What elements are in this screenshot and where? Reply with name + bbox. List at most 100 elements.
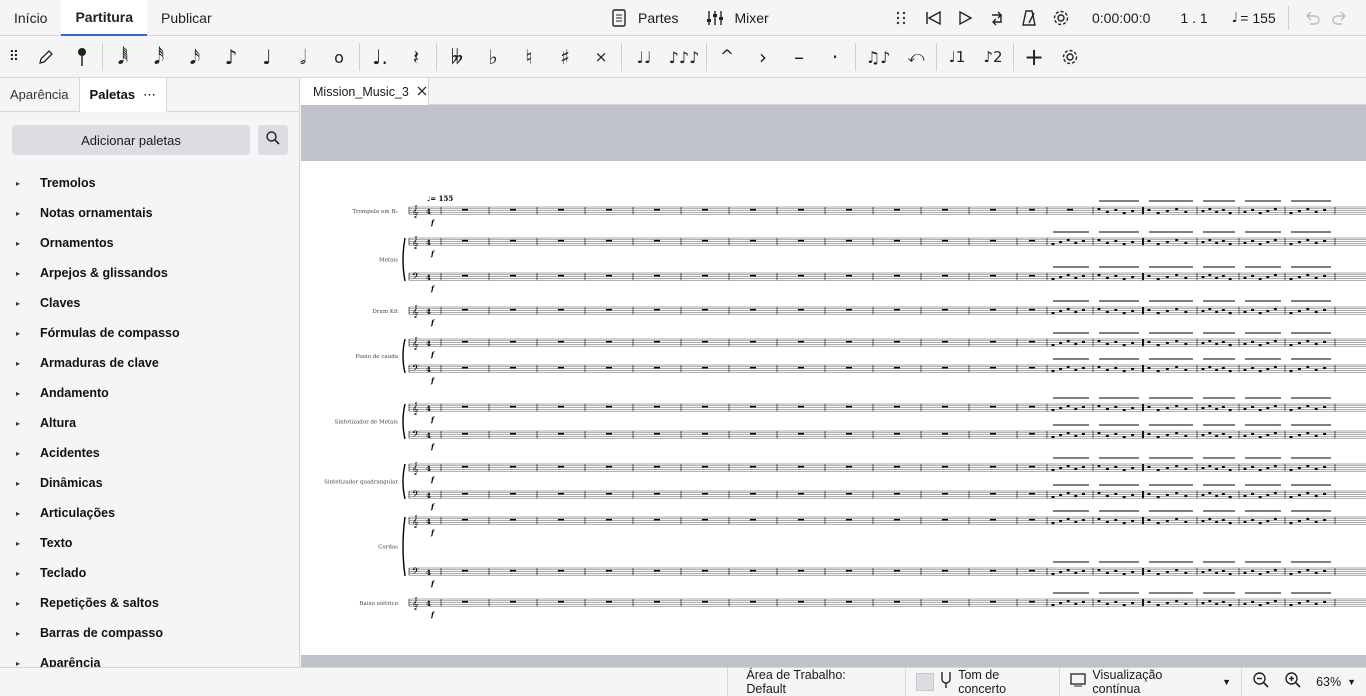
instrument-name: Drum Kit (372, 309, 398, 315)
note-head (1289, 311, 1293, 315)
accent-icon[interactable]: › (745, 37, 781, 77)
search-palettes-button[interactable] (258, 125, 288, 155)
note-head (1147, 492, 1151, 496)
tab-publish[interactable]: Publicar (147, 0, 226, 36)
double-sharp-icon[interactable]: × (583, 37, 619, 77)
palette-item[interactable]: ▸ Claves (0, 288, 299, 318)
view-mode-selector[interactable]: Visualização contínua ▼ (1059, 667, 1241, 696)
zoom-level[interactable]: 63% ▼ (1316, 675, 1356, 689)
rewind-icon[interactable] (922, 7, 944, 29)
tuplet-icon[interactable]: ♫♪ (858, 37, 898, 77)
add-icon[interactable]: + (1016, 37, 1052, 77)
score-svg[interactable]: ♩= 155 Trompete em B♭ 𝄞 4 f Metais 𝄞 4 f 𝄢 4 f Drum … (301, 161, 1366, 655)
palette-item[interactable]: ▸ Barras de compasso (0, 618, 299, 648)
palette-item[interactable]: ▸ Repetições & saltos (0, 588, 299, 618)
sixteenth-note-icon[interactable]: 𝅘𝅥𝅯 (177, 37, 213, 77)
palette-item[interactable]: ▸ Tremolos (0, 168, 299, 198)
whole-rest (750, 465, 756, 468)
input-mode-icon[interactable] (64, 37, 100, 77)
sixty-fourth-note-icon[interactable]: 𝅘𝅥𝅱 (105, 37, 141, 77)
palette-item[interactable]: ▸ Andamento (0, 378, 299, 408)
palette-item[interactable]: ▸ Texto (0, 528, 299, 558)
concert-pitch-toggle[interactable]: Tom de concerto (905, 667, 1059, 696)
toolbar-settings-icon[interactable] (1052, 37, 1088, 77)
redo-icon[interactable] (1329, 7, 1351, 29)
note-head (1074, 467, 1078, 471)
score-page[interactable]: ♩= 155 Trompete em B♭ 𝄞 4 f Metais 𝄞 4 f 𝄢 4 f Drum … (301, 161, 1366, 655)
more-options-icon[interactable]: ⋯ (143, 87, 156, 103)
palette-item[interactable]: ▸ Altura (0, 408, 299, 438)
metronome-icon[interactable] (1018, 7, 1040, 29)
toolbar-drag-handle-icon[interactable]: ⠿ (0, 37, 28, 77)
palette-item[interactable]: ▸ Acidentes (0, 438, 299, 468)
pencil-icon[interactable] (28, 37, 64, 77)
palette-list: ▸ Tremolos ▸ Notas ornamentais ▸ Ornamentos ▸ A… (0, 168, 299, 667)
staccato-icon[interactable]: · (817, 37, 853, 77)
whole-rest (558, 366, 564, 369)
voice-2-icon[interactable]: ♪2 (975, 37, 1011, 77)
zoom-out-icon[interactable] (1252, 671, 1270, 692)
natural-icon[interactable]: ♮ (511, 37, 547, 77)
flip-direction-icon[interactable]: ⤺ (898, 37, 934, 77)
note-head (1243, 571, 1247, 575)
close-icon[interactable] (417, 85, 427, 99)
palette-item[interactable]: ▸ Aparência (0, 648, 299, 667)
thirty-second-note-icon[interactable]: 𝅘𝅥𝅰 (141, 37, 177, 77)
sharp-icon[interactable]: ♯ (547, 37, 583, 77)
tab-appearance[interactable]: Aparência (0, 78, 79, 112)
palette-item[interactable]: ▸ Notas ornamentais (0, 198, 299, 228)
whole-note-icon[interactable]: o (321, 37, 357, 77)
note-head (1228, 521, 1232, 525)
voice-1-icon[interactable]: ♩1 (939, 37, 975, 77)
note-head (1243, 467, 1247, 471)
parts-button[interactable]: Partes (608, 7, 678, 29)
tab-score[interactable]: Partitura (61, 0, 148, 36)
slur-icon[interactable]: ♪♪♪ (664, 37, 704, 77)
dot-icon[interactable]: ♩. (362, 37, 398, 77)
whole-rest (510, 492, 516, 495)
note-head (1066, 491, 1070, 495)
whole-rest (510, 239, 516, 242)
score-tab[interactable]: Mission_Music_3 (301, 78, 429, 105)
drag-handle-icon[interactable] (890, 7, 912, 29)
dynamic-mark: f (430, 610, 436, 619)
note-head (1273, 238, 1277, 242)
zoom-in-icon[interactable] (1284, 671, 1302, 692)
marcato-icon[interactable]: ^ (709, 37, 745, 77)
concert-pitch-checkbox[interactable] (916, 672, 935, 691)
undo-icon[interactable] (1301, 7, 1323, 29)
tie-icon[interactable]: ♩♩ (624, 37, 664, 77)
palette-item[interactable]: ▸ Armaduras de clave (0, 348, 299, 378)
tab-home[interactable]: Início (0, 0, 61, 36)
tab-palettes[interactable]: Paletas ⋯ (78, 78, 168, 112)
note-head (1297, 519, 1301, 523)
loop-icon[interactable] (986, 7, 1008, 29)
whole-rest (894, 405, 900, 408)
half-note-icon[interactable]: 𝅗𝅥 (285, 37, 321, 77)
workspace-selector[interactable]: Área de Trabalho: Default (727, 667, 905, 696)
note-head (1306, 365, 1310, 369)
palette-item[interactable]: ▸ Dinâmicas (0, 468, 299, 498)
palette-item[interactable]: ▸ Fórmulas de compasso (0, 318, 299, 348)
rest-icon[interactable]: 𝄽 (398, 37, 434, 77)
play-icon[interactable] (954, 7, 976, 29)
score-canvas[interactable]: ♩= 155 Trompete em B♭ 𝄞 4 f Metais 𝄞 4 f 𝄢 4 f Drum … (301, 105, 1366, 667)
palette-item[interactable]: ▸ Arpejos & glissandos (0, 258, 299, 288)
quarter-note-icon[interactable]: ♩ (249, 37, 285, 77)
note-head (1251, 465, 1255, 469)
whole-rest (654, 239, 660, 242)
eighth-note-icon[interactable]: ♪ (213, 37, 249, 77)
palette-item[interactable]: ▸ Articulações (0, 498, 299, 528)
note-head (1097, 273, 1101, 277)
note-head (1059, 309, 1063, 313)
add-palettes-button[interactable]: Adicionar paletas (12, 125, 250, 155)
palette-label: Teclado (40, 566, 87, 580)
settings-icon[interactable] (1050, 7, 1072, 29)
tenuto-icon[interactable]: – (781, 37, 817, 77)
flat-icon[interactable]: ♭ (475, 37, 511, 77)
note-head (1208, 464, 1212, 468)
mixer-button[interactable]: Mixer (704, 7, 769, 29)
palette-item[interactable]: ▸ Teclado (0, 558, 299, 588)
palette-item[interactable]: ▸ Ornamentos (0, 228, 299, 258)
double-flat-icon[interactable]: 𝄫 (439, 37, 475, 77)
